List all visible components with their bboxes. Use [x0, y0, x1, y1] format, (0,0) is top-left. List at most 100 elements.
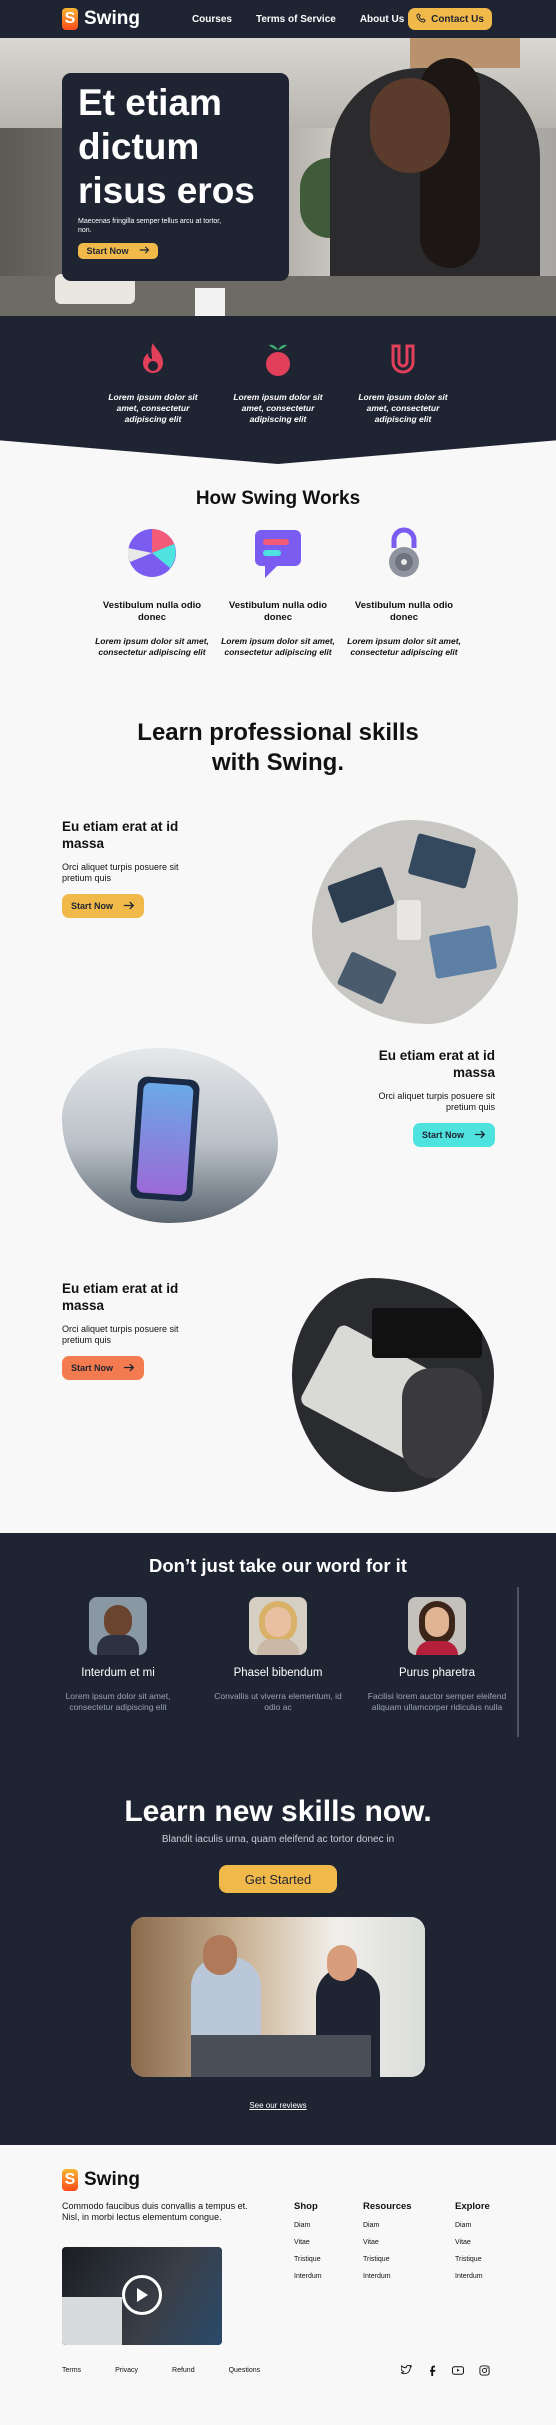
facebook-icon[interactable]: [426, 2364, 438, 2376]
tablet-image: [292, 1278, 494, 1492]
section-2-start-button[interactable]: Start Now: [413, 1123, 495, 1147]
logo-icon: S: [62, 8, 78, 30]
logo[interactable]: S Swing: [62, 8, 140, 30]
footer-description: Commodo faucibus duis convallis a tempus…: [62, 2201, 248, 2222]
how-item: Vestibulum nulla odio donec Lorem ipsum …: [218, 526, 338, 658]
footer-link[interactable]: Vitae: [294, 2239, 322, 2246]
flame-icon: [133, 340, 173, 380]
hero-subtitle: Maecenas fringilla semper tellus arcu at…: [78, 218, 222, 234]
phone-icon: [416, 12, 426, 26]
testimonials-scrollbar[interactable]: [517, 1587, 519, 1737]
play-icon[interactable]: [122, 2275, 162, 2315]
footer-column-resources: Resources Diam Vitae Tristique Interdum: [363, 2201, 412, 2280]
site-footer: S Swing Commodo faucibus duis convallis …: [0, 2145, 556, 2425]
footer-link[interactable]: Tristique: [363, 2256, 412, 2263]
testimonial-text: Lorem ipsum dolor sit amet, consectetur …: [65, 1691, 171, 1712]
footer-column-shop: Shop Diam Vitae Tristique Interdum: [294, 2201, 322, 2280]
feature-item: Lorem ipsum dolor sit amet, consectetur …: [222, 340, 334, 425]
footer-link[interactable]: Interdum: [455, 2273, 490, 2280]
footer-column-explore: Explore Diam Vitae Tristique Interdum: [455, 2201, 490, 2280]
arrow-right-icon: [474, 1130, 486, 1141]
avatar: [89, 1597, 147, 1655]
main-nav: Courses Terms of Service About Us: [192, 14, 404, 25]
learn-section-3: Eu etiam erat at id massa Orci aliquet t…: [62, 1280, 192, 1380]
cta-subtitle: Blandit iaculis urna, quam eleifend ac t…: [161, 1834, 395, 1845]
testimonial-name: Interdum et mi: [81, 1667, 155, 1679]
section-heading: Eu etiam erat at id massa: [62, 1281, 179, 1313]
feature-text: Lorem ipsum dolor sit amet, consectetur …: [358, 392, 448, 424]
how-item: Vestibulum nulla odio donec Lorem ipsum …: [92, 526, 212, 658]
footer-bottom-links: Terms Privacy Refund Questions: [62, 2367, 294, 2374]
brand-name: Swing: [84, 8, 140, 29]
hero-title: Et etiam dictum risus eros: [78, 82, 255, 211]
twitter-icon[interactable]: [400, 2364, 412, 2376]
testimonials-title: Don’t just take our word for it: [149, 1555, 407, 1576]
how-item-text: Lorem ipsum dolor sit amet, consectetur …: [221, 636, 335, 657]
testimonial-text: Convallis ut viverra elementum, id odio …: [214, 1691, 342, 1712]
avatar: [408, 1597, 466, 1655]
instagram-icon[interactable]: [478, 2364, 490, 2376]
contact-button[interactable]: Contact Us: [408, 8, 492, 30]
testimonial-text: Facilisi lorem auctor semper eleifend al…: [367, 1691, 507, 1712]
how-item-title: Vestibulum nulla odio donec: [354, 600, 454, 623]
learn-title: Learn professional skills with Swing.: [137, 719, 419, 776]
how-item-text: Lorem ipsum dolor sit amet, consectetur …: [347, 636, 461, 657]
section-3-start-button[interactable]: Start Now: [62, 1356, 144, 1380]
avatar: [249, 1597, 307, 1655]
footer-link[interactable]: Interdum: [294, 2273, 322, 2280]
footer-questions-link[interactable]: Questions: [229, 2367, 261, 2374]
hero-start-button[interactable]: Start Now: [78, 243, 158, 259]
footer-brand: Swing: [84, 2169, 140, 2190]
logo-icon: S: [62, 2169, 78, 2191]
footer-link[interactable]: Vitae: [363, 2239, 412, 2246]
footer-logo[interactable]: S Swing: [62, 2169, 140, 2191]
social-links: [400, 2364, 490, 2376]
hero-start-label: Start Now: [86, 246, 129, 256]
feature-item: Lorem ipsum dolor sit amet, consectetur …: [97, 340, 209, 425]
footer-link[interactable]: Diam: [294, 2222, 322, 2229]
nav-courses[interactable]: Courses: [192, 14, 232, 25]
footer-terms-link[interactable]: Terms: [62, 2367, 81, 2374]
footer-link[interactable]: Interdum: [363, 2273, 412, 2280]
pie-chart-icon: [125, 526, 179, 580]
site-header: S Swing Courses Terms of Service About U…: [0, 0, 556, 38]
feature-item: Lorem ipsum dolor sit amet, consectetur …: [347, 340, 459, 425]
get-started-button[interactable]: Get Started: [219, 1865, 337, 1893]
chat-bubble-icon: [251, 526, 305, 580]
footer-link[interactable]: Diam: [363, 2222, 412, 2229]
how-item: Vestibulum nulla odio donec Lorem ipsum …: [344, 526, 464, 658]
footer-link[interactable]: Tristique: [294, 2256, 322, 2263]
arrow-right-icon: [123, 901, 135, 912]
footer-link[interactable]: Vitae: [455, 2239, 490, 2246]
feature-text: Lorem ipsum dolor sit amet, consectetur …: [233, 392, 323, 424]
feature-text: Lorem ipsum dolor sit amet, consectetur …: [108, 392, 198, 424]
features-band: Lorem ipsum dolor sit amet, consectetur …: [0, 316, 556, 464]
how-item-title: Vestibulum nulla odio donec: [102, 600, 202, 623]
footer-link[interactable]: Diam: [455, 2222, 490, 2229]
how-title: How Swing Works: [195, 488, 361, 509]
cta-title: Learn new skills now.: [124, 1795, 432, 1828]
arrow-right-icon: [139, 246, 150, 256]
footer-refund-link[interactable]: Refund: [172, 2367, 195, 2374]
testimonial-name: Phasel bibendum: [233, 1667, 323, 1679]
see-reviews-link[interactable]: See our reviews: [0, 2101, 556, 2110]
footer-video-thumbnail[interactable]: [62, 2247, 222, 2345]
phone-image: [62, 1048, 278, 1223]
testimonial-card: Interdum et mi Lorem ipsum dolor sit ame…: [48, 1597, 188, 1712]
how-item-text: Lorem ipsum dolor sit amet, consectetur …: [95, 636, 209, 657]
nav-about[interactable]: About Us: [360, 14, 404, 25]
testimonial-name: Purus pharetra: [398, 1667, 476, 1679]
testimonial-card: Phasel bibendum Convallis ut viverra ele…: [208, 1597, 348, 1712]
padlock-icon: [377, 526, 431, 580]
how-item-title: Vestibulum nulla odio donec: [228, 600, 328, 623]
section-heading: Eu etiam erat at id massa: [62, 819, 179, 851]
testimonials-section: Don’t just take our word for it Interdum…: [0, 1533, 556, 2145]
learn-section-2: Eu etiam erat at id massa Orci aliquet t…: [370, 1047, 495, 1147]
nav-terms[interactable]: Terms of Service: [256, 14, 336, 25]
youtube-icon[interactable]: [452, 2364, 464, 2376]
footer-privacy-link[interactable]: Privacy: [115, 2367, 138, 2374]
section-text: Orci aliquet turpis posuere sit pretium …: [62, 1324, 179, 1345]
footer-link[interactable]: Tristique: [455, 2256, 490, 2263]
section-1-start-button[interactable]: Start Now: [62, 894, 144, 918]
magnet-icon: [383, 340, 423, 380]
